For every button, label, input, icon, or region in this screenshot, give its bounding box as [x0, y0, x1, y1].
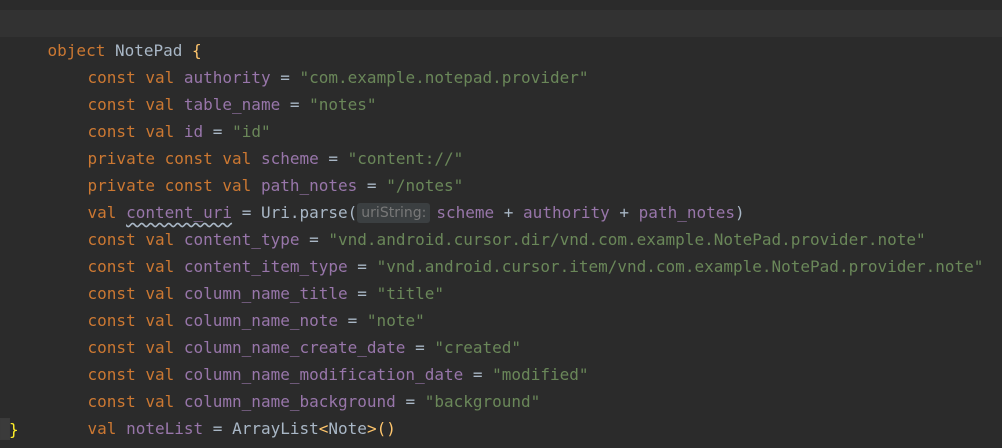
code-line-11[interactable]: const val column_name_note = "note" — [0, 280, 425, 330]
code-line-8[interactable]: const val content_type = "vnd.android.cu… — [0, 199, 926, 249]
assign-operator: = — [212, 419, 223, 438]
string-literal: "vnd.android.cursor.item/vnd.com.example… — [376, 257, 984, 276]
close-brace: } — [9, 420, 19, 439]
assign-operator: = — [289, 95, 300, 114]
type-name: ArrayList — [232, 419, 319, 438]
generic-close: > — [366, 419, 377, 438]
code-line-3[interactable]: const val table_name = "notes" — [0, 64, 377, 114]
code-line-12[interactable]: const val column_name_create_date = "cre… — [0, 307, 522, 357]
keyword: val — [87, 419, 117, 438]
assign-operator: = — [405, 392, 416, 411]
code-line-7[interactable]: val content_uri = Uri.parse(uriString: sc… — [0, 172, 745, 223]
code-line-15[interactable]: val noteList = ArrayList<Note>() — [0, 388, 396, 438]
string-literal: "background" — [424, 392, 541, 411]
code-line-9[interactable]: const val content_item_type = "vnd.andro… — [0, 226, 984, 276]
code-line-10[interactable]: const val column_name_title = "title" — [0, 253, 444, 303]
code-line-4[interactable]: const val id = "id" — [0, 91, 271, 141]
code-line-2[interactable]: const val authority = "com.example.notep… — [0, 37, 589, 87]
code-line-6[interactable]: private const val path_notes = "/notes" — [0, 145, 464, 195]
property-name: noteList — [126, 419, 204, 438]
generic-type: Note — [328, 419, 367, 438]
string-literal: "notes" — [309, 95, 377, 114]
code-editor[interactable]: object NotePad { const val authority = "… — [0, 0, 1002, 448]
code-line-13[interactable]: const val column_name_modification_date … — [0, 334, 589, 384]
call-parens: () — [376, 419, 396, 438]
code-line-14[interactable]: const val column_name_background = "back… — [0, 361, 541, 411]
code-line-5[interactable]: private const val scheme = "content://" — [0, 118, 464, 168]
generic-open: < — [318, 419, 329, 438]
code-line-1[interactable]: object NotePad { — [0, 10, 1002, 60]
